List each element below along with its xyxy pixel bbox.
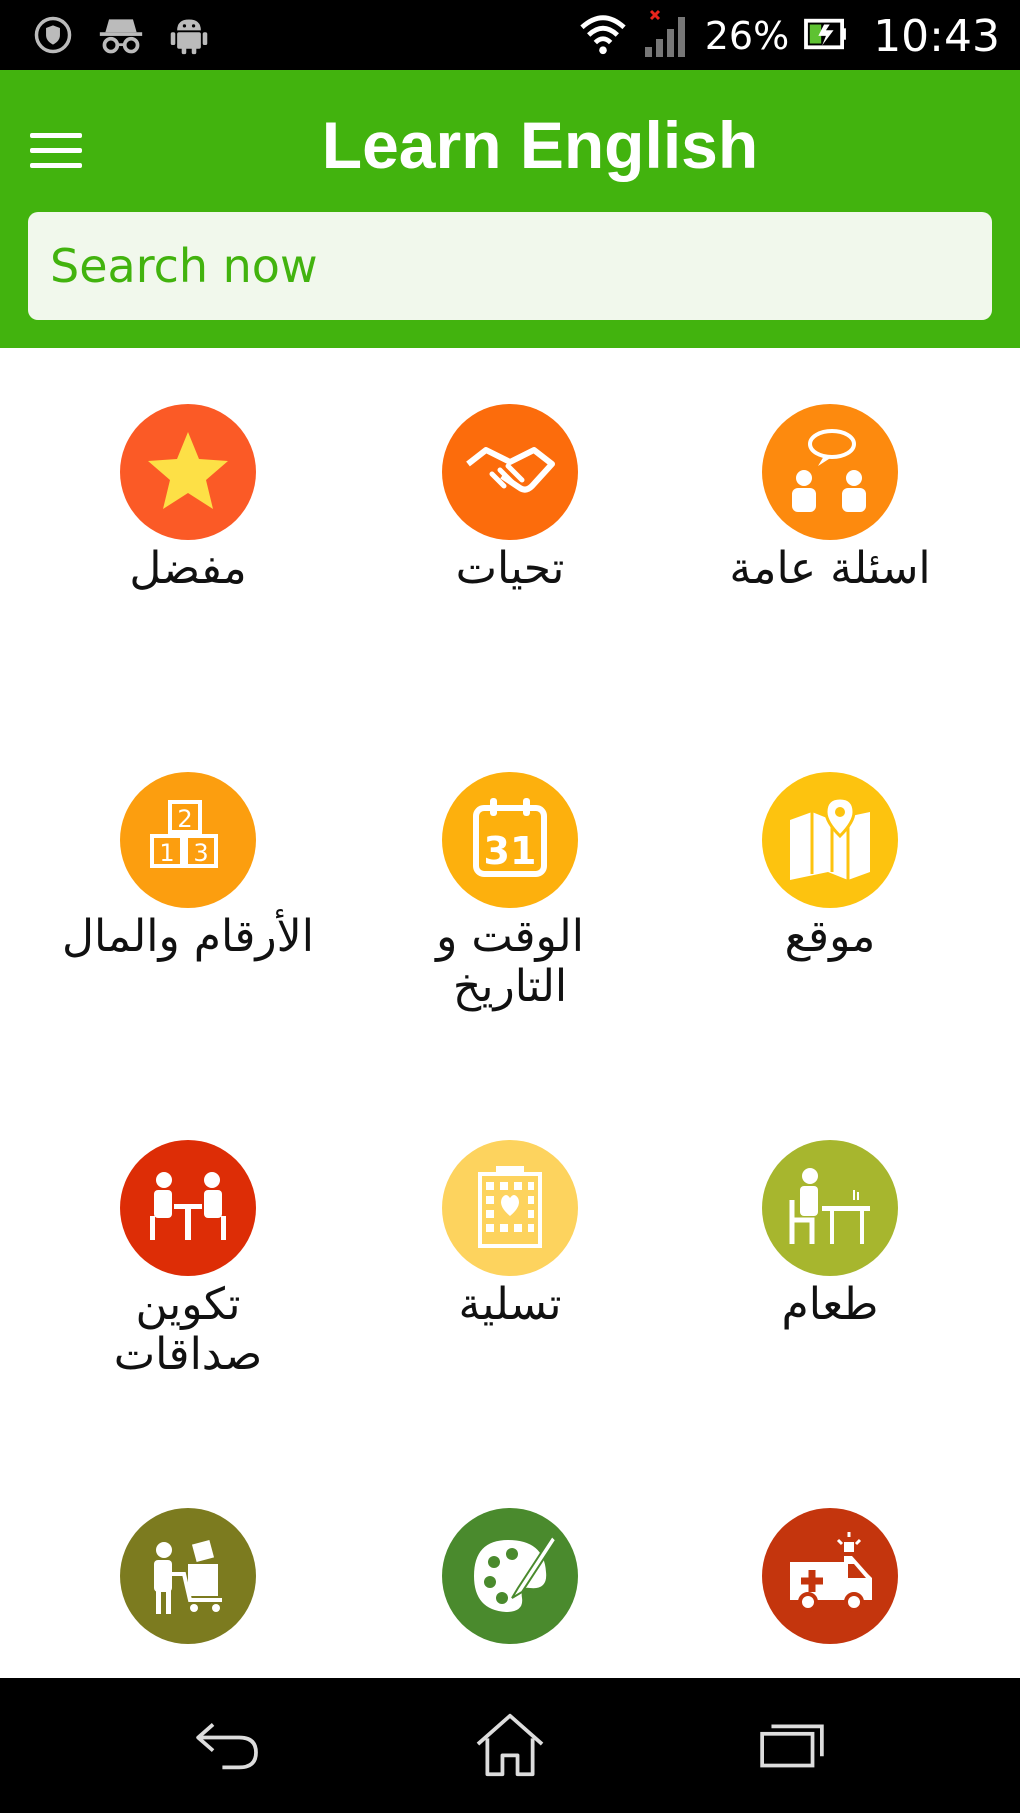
app-bar: Learn English	[0, 70, 1020, 348]
star-icon	[120, 404, 256, 540]
back-button[interactable]	[188, 1710, 268, 1780]
battery-icon	[803, 15, 847, 57]
category-shopping[interactable]	[28, 1452, 348, 1678]
calendar-icon: 31	[442, 772, 578, 908]
category-emergency[interactable]	[670, 1452, 990, 1678]
palette-icon	[442, 1508, 578, 1644]
map-pin-icon	[762, 772, 898, 908]
friends-table-icon	[120, 1140, 256, 1276]
number-blocks-icon: 2 1 3	[120, 772, 256, 908]
svg-text:31: 31	[484, 829, 537, 873]
category-label: الوقت و التاريخ	[436, 911, 584, 1012]
category-label: تحيات	[455, 543, 565, 594]
category-label: تسلية	[458, 1279, 562, 1330]
category-time-date[interactable]: 31 الوقت و التاريخ	[350, 716, 670, 1016]
clock: 10:43	[873, 10, 1000, 62]
recents-icon	[760, 1724, 824, 1768]
category-art[interactable]	[350, 1452, 670, 1678]
category-food[interactable]: طعام	[670, 1084, 990, 1384]
conversation-icon	[762, 404, 898, 540]
category-general-questions[interactable]: اسئلة عامة	[670, 348, 990, 648]
search-input[interactable]	[28, 212, 992, 320]
ambulance-icon	[762, 1508, 898, 1644]
handshake-icon	[442, 404, 578, 540]
wifi-icon	[579, 12, 627, 60]
navigation-bar	[0, 1678, 1020, 1813]
category-numbers-money[interactable]: 2 1 3 الأرقام والمال	[28, 716, 348, 1016]
back-icon	[196, 1723, 258, 1770]
category-label: مفضل	[129, 543, 247, 594]
shield-icon	[30, 12, 76, 58]
category-entertainment[interactable]: تسلية	[350, 1084, 670, 1384]
home-icon	[476, 1713, 544, 1777]
home-button[interactable]	[470, 1710, 550, 1780]
svg-text:1: 1	[159, 839, 174, 867]
svg-text:2: 2	[177, 805, 192, 833]
recents-button[interactable]	[752, 1710, 832, 1780]
category-grid: مفضل تحيات اسئلة عامة 2 1 3 الأرقام والم…	[0, 348, 1020, 1678]
signal-icon	[641, 9, 691, 63]
category-label: موقع	[784, 911, 876, 962]
svg-text:3: 3	[193, 839, 208, 867]
category-favorites[interactable]: مفضل	[28, 348, 348, 648]
dining-icon	[762, 1140, 898, 1276]
category-label: اسئلة عامة	[729, 543, 931, 594]
category-making-friends[interactable]: تكوين صداقات	[28, 1084, 348, 1384]
category-label: طعام	[781, 1279, 879, 1330]
status-bar: 26% 10:43	[0, 0, 1020, 70]
category-label: تكوين صداقات	[113, 1279, 263, 1380]
hotel-icon	[442, 1140, 578, 1276]
category-location[interactable]: موقع	[670, 716, 990, 1016]
category-label: الأرقام والمال	[62, 911, 314, 962]
shopping-cart-icon	[120, 1508, 256, 1644]
incognito-icon	[98, 12, 144, 58]
category-greetings[interactable]: تحيات	[350, 348, 670, 648]
app-title: Learn English	[321, 108, 759, 182]
android-icon	[166, 12, 212, 58]
battery-percent: 26%	[704, 14, 790, 58]
